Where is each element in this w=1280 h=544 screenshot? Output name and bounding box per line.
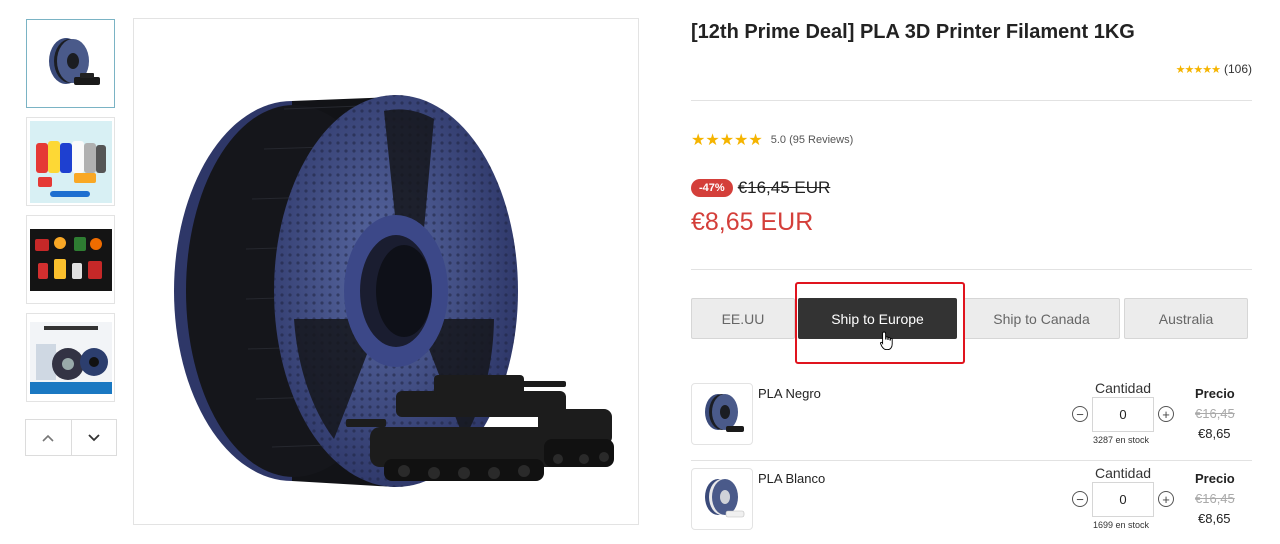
thumbnail-up-button[interactable] [26, 420, 71, 455]
quantity-decrease-button[interactable]: − [1072, 406, 1088, 422]
variant-name: PLA Blanco [758, 471, 826, 486]
printed-models-thumb-image [29, 228, 112, 291]
price-label: Precio [1195, 386, 1235, 401]
stock-count: 1699 en stock [1093, 520, 1150, 530]
review-text: 5.0 (95 Reviews) [770, 134, 854, 146]
variant-original-price: €16,45 [1195, 406, 1235, 421]
variant-name: PLA Negro [758, 386, 821, 401]
stock-count: 3287 en stock [1093, 435, 1150, 445]
quantity-increase-button[interactable]: + [1158, 491, 1174, 507]
variant-thumbnail [691, 383, 753, 445]
star-rating-icon: ★★★★★ [1175, 63, 1221, 76]
review-summary[interactable]: ★★★★★ 5.0 (95 Reviews) [691, 130, 853, 150]
rating-count: (106) [1223, 62, 1252, 76]
discount-badge: -47% [691, 179, 733, 197]
quantity-input[interactable] [1092, 397, 1154, 432]
divider [691, 269, 1252, 270]
variant-row: PLA Negro Cantidad − + 3287 en stock Pre… [691, 379, 1252, 463]
thumbnail-down-button[interactable] [70, 420, 117, 455]
variant-sale-price: €8,65 [1198, 426, 1231, 441]
review-stars-icon: ★★★★★ [691, 132, 763, 149]
quantity-increase-button[interactable]: + [1158, 406, 1174, 422]
quantity-decrease-button[interactable]: − [1072, 491, 1088, 507]
variant-sale-price: €8,65 [1198, 511, 1231, 526]
black-spool-thumb-image [48, 37, 100, 85]
filament-spool-image [174, 95, 614, 487]
divider [691, 460, 1252, 461]
white-spool-icon [705, 479, 745, 518]
minus-icon: − [1076, 491, 1084, 507]
thumbnail-black-spool[interactable] [26, 19, 115, 108]
colorful-spools-thumb-image [29, 120, 112, 203]
product-title: [12th Prime Deal] PLA 3D Printer Filamen… [691, 21, 1135, 43]
main-product-image[interactable] [133, 18, 639, 525]
chevron-up-icon [42, 434, 54, 442]
old-price-row: -47% €16,45 EUR [691, 178, 830, 198]
hand-cursor-icon [880, 331, 893, 351]
thumbnail-navigation [25, 419, 117, 456]
thumbnail-packaging[interactable] [26, 313, 115, 402]
quantity-label: Cantidad [1095, 380, 1152, 396]
tab-ship-to-europe[interactable]: Ship to Europe [798, 298, 957, 339]
quantity-input[interactable] [1092, 482, 1154, 517]
minus-icon: − [1076, 406, 1084, 422]
chevron-down-icon [88, 433, 100, 441]
tab-australia[interactable]: Australia [1124, 298, 1248, 339]
tab-ee-uu[interactable]: EE.UU [691, 298, 795, 339]
shipping-region-tabs: EE.UU Ship to Europe Ship to Canada Aust… [691, 298, 1248, 339]
top-rating[interactable]: ★★★★★ (106) [1176, 62, 1252, 76]
price-label: Precio [1195, 471, 1235, 486]
tab-ship-to-canada[interactable]: Ship to Canada [963, 298, 1120, 339]
divider [691, 100, 1252, 101]
thumbnail-colorful-spools[interactable] [26, 117, 115, 206]
sale-price: €8,65 EUR [691, 208, 814, 236]
plus-icon: + [1162, 406, 1170, 422]
variant-thumbnail [691, 468, 753, 530]
quantity-label: Cantidad [1095, 465, 1152, 481]
plus-icon: + [1162, 491, 1170, 507]
thumbnail-printed-models[interactable] [26, 215, 115, 304]
packaging-thumb-image [29, 321, 112, 394]
black-spool-icon [705, 394, 744, 432]
variant-original-price: €16,45 [1195, 491, 1235, 506]
original-price: €16,45 EUR [737, 178, 831, 197]
variant-row: PLA Blanco Cantidad − + 1699 en stock Pr… [691, 464, 1252, 544]
